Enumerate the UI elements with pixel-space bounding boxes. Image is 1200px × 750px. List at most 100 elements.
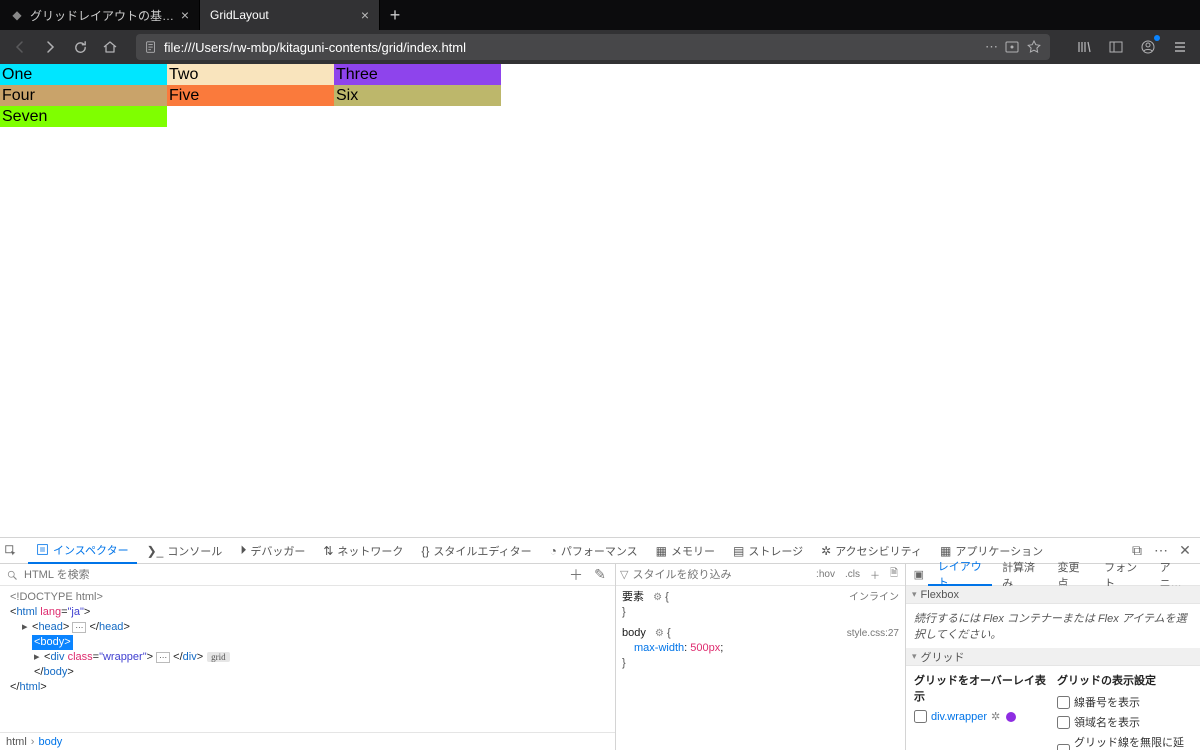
library-icon[interactable] xyxy=(1070,33,1098,61)
rule-selector: body xyxy=(622,627,646,639)
tablabel: インスペクター xyxy=(53,542,129,558)
opt-linenum-label: 線番号を表示 xyxy=(1074,694,1140,710)
styles-rules[interactable]: インライン 要素 ⚙ { } style.css:27 body ⚙ { max… xyxy=(616,586,905,750)
nav-back-button[interactable] xyxy=(6,33,34,61)
opt-linenum-checkbox[interactable] xyxy=(1057,696,1070,709)
layout-subtabs: ▣ レイアウト 計算済み 変更点 フォント アニ… xyxy=(906,564,1200,586)
devtools-tab-debugger[interactable]: ⏵デバッガー xyxy=(232,538,313,564)
layout-tab-changes[interactable]: 変更点 xyxy=(1048,564,1095,586)
gear-icon[interactable]: ⚙ xyxy=(653,592,662,603)
tab-title: GridLayout xyxy=(210,8,355,22)
css-property[interactable]: max-width xyxy=(634,642,684,654)
reload-button[interactable] xyxy=(66,33,94,61)
css-value[interactable]: 500px xyxy=(690,642,720,654)
boxmodel-icon[interactable]: ▣ xyxy=(910,568,928,581)
eyedropper-icon[interactable]: ✎ xyxy=(591,566,609,583)
home-button[interactable] xyxy=(96,33,124,61)
dom-node[interactable]: ▸<head> ⋯ </head> xyxy=(10,620,615,635)
storage-tab-icon: ▤ xyxy=(733,544,744,558)
dom-node[interactable]: </html> xyxy=(10,680,615,695)
opt-extend-label: グリッド線を無限に延伸 xyxy=(1074,734,1192,750)
opt-area-checkbox[interactable] xyxy=(1057,716,1070,729)
dom-node[interactable]: <html lang="ja"> xyxy=(10,605,615,620)
url-bar[interactable]: file:///Users/rw-mbp/kitaguni-contents/g… xyxy=(136,34,1050,60)
chevron-down-icon: ▾ xyxy=(912,651,917,662)
gear-icon[interactable]: ⚙ xyxy=(655,628,664,639)
grid-overlay-item[interactable]: div.wrapper ✲ xyxy=(914,708,1049,725)
color-swatch[interactable] xyxy=(1006,712,1016,722)
dom-node-selected[interactable]: ▾<body> xyxy=(10,635,615,650)
account-icon[interactable] xyxy=(1134,33,1162,61)
overlay-checkbox[interactable] xyxy=(914,710,927,723)
print-media-icon[interactable]: 🗎 xyxy=(887,566,901,583)
devtools-tab-memory[interactable]: ▦メモリー xyxy=(648,538,723,564)
favicon-icon: ◆ xyxy=(10,8,24,22)
devtools-tab-network[interactable]: ⇅ネットワーク xyxy=(315,538,411,564)
bookmark-star-icon[interactable] xyxy=(1026,39,1042,55)
devtools-dock-icon[interactable]: ⧉ xyxy=(1126,542,1148,559)
dom-breadcrumbs[interactable]: html › body xyxy=(0,732,615,750)
inspector-tab-icon xyxy=(36,543,49,556)
grid-cell-two: Two xyxy=(167,64,334,85)
rule-selector: 要素 xyxy=(622,591,644,603)
element-picker-icon[interactable] xyxy=(4,544,26,558)
flexbox-message: 続行するには Flex コンテナーまたは Flex アイテムを選択してください。 xyxy=(906,604,1200,648)
dom-search-bar: ＋ ✎ xyxy=(0,564,615,586)
filter-icon: ▽ xyxy=(620,568,628,581)
layout-tab-layout[interactable]: レイアウト xyxy=(928,564,992,586)
gear-icon[interactable]: ✲ xyxy=(991,710,1000,723)
section-grid-header[interactable]: ▾グリッド xyxy=(906,648,1200,666)
close-icon[interactable]: × xyxy=(181,7,189,23)
devtools-tab-storage[interactable]: ▤ストレージ xyxy=(725,538,811,564)
devtools-tab-inspector[interactable]: インスペクター xyxy=(28,538,137,564)
chevron-right-icon: › xyxy=(31,736,35,748)
devtools-tab-styleeditor[interactable]: {}スタイルエディター xyxy=(413,538,539,564)
overlay-grid-title: グリッドをオーバーレイ表示 xyxy=(914,672,1049,704)
sidebar-icon[interactable] xyxy=(1102,33,1130,61)
rule-source[interactable]: style.css:27 xyxy=(847,626,899,641)
cls-toggle[interactable]: .cls xyxy=(842,569,863,580)
devtools-tab-performance[interactable]: ◔パフォーマンス xyxy=(542,538,646,564)
overlay-target-label[interactable]: div.wrapper xyxy=(931,711,987,723)
nav-forward-button[interactable] xyxy=(36,33,64,61)
dom-panel: ＋ ✎ <!DOCTYPE html> <html lang="ja"> ▸<h… xyxy=(0,564,616,750)
grid-wrapper: One Two Three Four Five Six Seven xyxy=(0,64,501,127)
grid-settings-title: グリッドの表示設定 xyxy=(1057,672,1192,688)
grid-cell-six: Six xyxy=(334,85,501,106)
layout-tab-anim[interactable]: アニ… xyxy=(1150,564,1196,586)
grid-cell-four: Four xyxy=(0,85,167,106)
browser-tab-inactive[interactable]: ◆ グリッドレイアウトの基本概念 - … × xyxy=(0,0,200,30)
new-rule-button[interactable]: ＋ xyxy=(867,567,883,582)
crumb-body[interactable]: body xyxy=(38,736,62,748)
crumb-html[interactable]: html xyxy=(6,736,27,748)
hamburger-menu-icon[interactable] xyxy=(1166,33,1194,61)
opt-extend-checkbox[interactable] xyxy=(1057,744,1070,750)
layout-tab-computed[interactable]: 計算済み xyxy=(992,564,1047,586)
opt-area-label: 領域名を表示 xyxy=(1074,714,1140,730)
devtools-close-icon[interactable]: ✕ xyxy=(1174,542,1196,559)
new-tab-button[interactable]: + xyxy=(380,0,410,30)
devtools-tab-accessibility[interactable]: ✲アクセシビリティ xyxy=(813,538,930,564)
section-flexbox-header[interactable]: ▾Flexbox xyxy=(906,586,1200,604)
dom-tree[interactable]: <!DOCTYPE html> <html lang="ja"> ▸<head>… xyxy=(0,586,615,732)
accessibility-tab-icon: ✲ xyxy=(821,544,831,558)
browser-tab-active[interactable]: GridLayout × xyxy=(200,0,380,30)
styles-panel: ▽ :hov .cls ＋ 🗎 インライン 要素 ⚙ { } style.c xyxy=(616,564,906,750)
styles-filter-input[interactable] xyxy=(632,569,809,581)
devtools-more-icon[interactable]: ⋯ xyxy=(1150,542,1172,559)
more-dots-icon[interactable]: ⋯ xyxy=(985,39,998,55)
dom-node[interactable]: </body> xyxy=(10,665,615,680)
dom-node[interactable]: ▸<div class="wrapper"> ⋯ </div>grid xyxy=(10,650,615,665)
devtools-tab-console[interactable]: ❯_コンソール xyxy=(139,538,231,564)
hov-toggle[interactable]: :hov xyxy=(813,569,838,580)
page-viewport: One Two Three Four Five Six Seven xyxy=(0,64,1200,537)
rule-source[interactable]: インライン xyxy=(849,590,899,605)
tab-title: グリッドレイアウトの基本概念 - … xyxy=(30,7,175,24)
layout-tab-fonts[interactable]: フォント xyxy=(1094,564,1149,586)
close-icon[interactable]: × xyxy=(361,7,369,23)
dom-search-input[interactable] xyxy=(24,569,561,581)
application-tab-icon: ▦ xyxy=(940,544,951,558)
reader-mode-icon[interactable] xyxy=(1004,39,1020,55)
dom-node[interactable]: <!DOCTYPE html> xyxy=(10,590,615,605)
add-node-button[interactable]: ＋ xyxy=(567,565,585,585)
